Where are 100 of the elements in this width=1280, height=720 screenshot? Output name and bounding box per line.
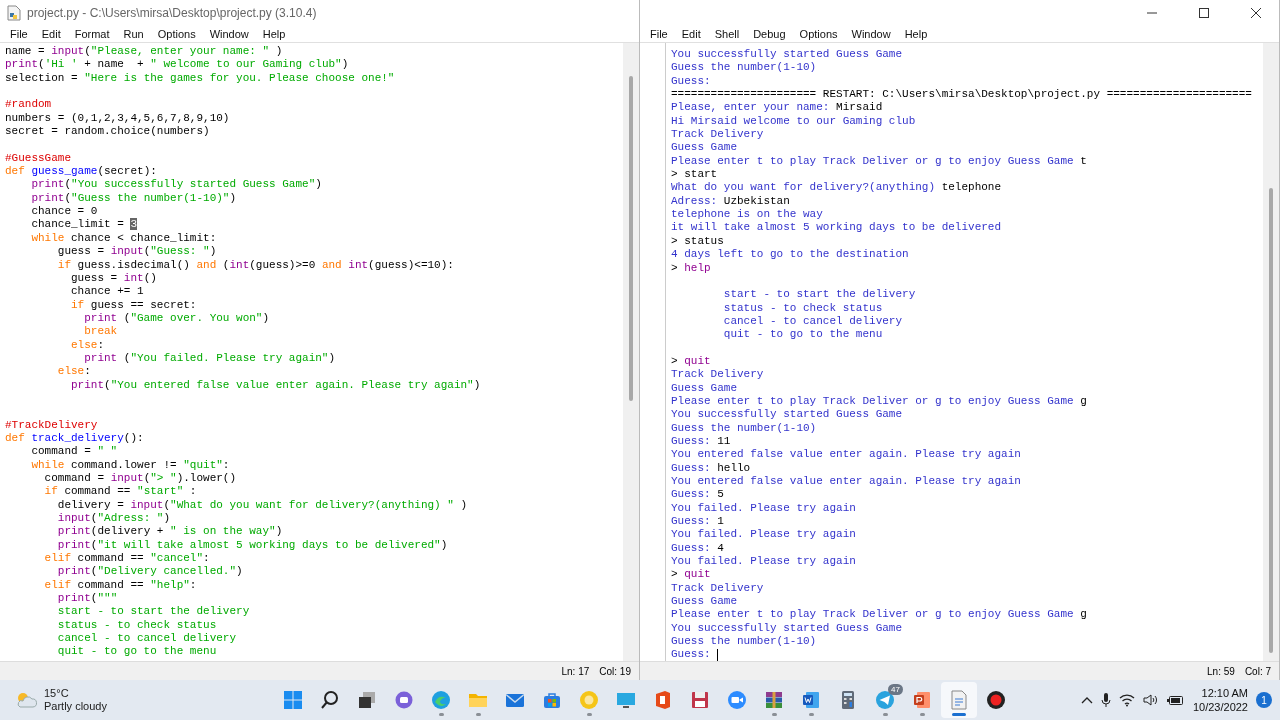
menu-item[interactable]: File [643, 27, 675, 40]
shell-line: Guess: 5 [671, 488, 724, 502]
unread-badge: 47 [888, 684, 903, 695]
shell-line: quit - to go to the menu [722, 328, 883, 342]
menu-item[interactable]: Window [844, 27, 898, 40]
menu-item[interactable]: Edit [674, 27, 708, 40]
code-line: name = input("Please, enter your name: " ) [5, 45, 283, 59]
chevron-up-icon[interactable] [1080, 696, 1093, 704]
shell-line: Guess the number(1-10) [671, 61, 817, 75]
paper-plane-icon [875, 690, 895, 710]
menu-item[interactable]: Edit [34, 27, 68, 40]
shell-line: You successfully started Guess Game [671, 408, 903, 422]
battery-icon[interactable] [1166, 694, 1185, 706]
shell-line: You failed. Please try again [671, 501, 856, 516]
shell-line: > status [671, 234, 724, 249]
shell-line: Guess the number(1-10) [671, 635, 817, 649]
word-document-icon [801, 690, 821, 710]
menu-item[interactable]: Run [116, 27, 151, 40]
shell-line: start - to start the delivery [722, 288, 916, 302]
line-number: Ln: 17 [561, 665, 590, 677]
shell-line: Please, enter your name: Mirsaid [671, 101, 883, 115]
shell-line: You entered false value enter again. Please try again [671, 475, 1021, 489]
menu-item[interactable]: Options [792, 27, 845, 40]
shell-line: Guess Game [671, 141, 737, 155]
stacked-squares-icon [357, 690, 377, 710]
code-line: secret = random.choice(numbers) [5, 125, 210, 139]
column-number: Col: 7 [1244, 665, 1271, 677]
shell-line: Track Delivery [671, 368, 764, 382]
code-line: def track_delivery(): [5, 431, 144, 446]
code-line: def guess_game(secret): [5, 165, 157, 179]
code-line: #GuessGame [5, 151, 71, 166]
menu-item[interactable]: Window [202, 27, 256, 40]
code-line: input("Adress: ") [56, 512, 171, 526]
code-line: chance = 0 [30, 205, 98, 219]
temperature: 15°C [44, 687, 70, 700]
code-line: print ("You failed. Please try again") [83, 351, 336, 366]
shell-line: You entered false value enter again. Please try again [671, 448, 1021, 462]
scrollbar-thumb[interactable] [629, 76, 633, 401]
shell-line: You successfully started Guess Game [671, 48, 903, 62]
wifi-icon[interactable] [1118, 693, 1135, 707]
menu-item[interactable]: File [3, 27, 35, 40]
shell-line: Guess: 11 [671, 434, 731, 449]
shell-line: You failed. Please try again [671, 555, 856, 569]
code-line: status - to check status [56, 618, 217, 633]
python-file-icon [7, 4, 21, 21]
code-line: print("Guess the number(1-10)") [30, 191, 237, 206]
sun-behind-cloud-icon [14, 690, 38, 710]
menu-item[interactable]: Options [150, 27, 203, 40]
code-line: print('Hi ' + name + " welcome to our Gaming club") [5, 58, 349, 72]
weather-condition: Partly cloudy [44, 700, 107, 713]
code-line: command = input("> ").lower() [43, 472, 237, 486]
menu-item[interactable]: Help [255, 27, 293, 40]
code-line: chance += 1 [70, 285, 144, 299]
code-line: if guess == secret: [70, 298, 197, 312]
maximize-icon [1199, 7, 1209, 18]
speaker-icon[interactable] [1142, 693, 1159, 707]
code-line: chance_limit = 3 [30, 218, 138, 232]
code-line: guess = int() [70, 271, 157, 286]
code-line: break [83, 325, 118, 339]
taskbar-app[interactable]: 47 [867, 682, 903, 718]
window-title: project.py - C:\Users\mirsa\Desktop\project.py (3.10.4) [27, 5, 317, 20]
code-line: #random [5, 98, 52, 112]
office-logo-icon [653, 690, 673, 710]
code-line: if command == "start" : [43, 485, 197, 499]
code-line: print(delivery + " is on the way") [56, 525, 283, 539]
menu-item[interactable]: Help [897, 27, 935, 40]
menu-item[interactable]: Shell [707, 27, 747, 40]
shell-line: > start [671, 168, 718, 182]
shell-line: Adress: Uzbekistan [671, 194, 790, 209]
code-line: selection = "Here is the games for you. Please choose one!" [5, 71, 395, 86]
shell-line: Track Delivery [671, 128, 764, 142]
code-line: print ("Game over. You won") [83, 311, 270, 326]
record-icon [986, 690, 1006, 710]
shell-line: Guess: [671, 74, 711, 89]
microphone-icon[interactable] [1100, 692, 1111, 708]
shell-line: telephone is on the way [671, 208, 823, 222]
scrollbar-thumb[interactable] [1269, 188, 1273, 653]
menu-item[interactable]: Format [67, 27, 117, 40]
presentation-icon [912, 690, 932, 710]
shell-line: Guess: hello [671, 461, 751, 475]
code-line: elif command == "cancel": [43, 552, 210, 566]
clock-time[interactable]: 12:10 AM [1201, 686, 1248, 700]
shell-line: Please enter t to play Track Deliver or g to enjoy Guess Game g [671, 608, 1087, 622]
stacked-books-icon [764, 690, 784, 710]
code-line: command = " " [30, 445, 118, 459]
shell-line: Guess: [671, 648, 719, 661]
code-line: numbers = (0,1,2,3,4,5,6,7,8,9,10) [5, 111, 230, 126]
line-number: Ln: 59 [1207, 665, 1235, 677]
notepad-icon [949, 690, 969, 710]
video-camera-icon [727, 690, 747, 710]
shell-line: Guess the number(1-10) [671, 421, 817, 435]
notification-badge[interactable]: 1 [1256, 692, 1272, 708]
shell-line: What do you want for delivery?(anything) telephone [671, 181, 1002, 195]
shell-line: Guess Game [671, 595, 737, 609]
code-line: else: [70, 338, 105, 352]
clock-date[interactable]: 10/23/2022 [1192, 700, 1248, 714]
shell-line: Hi Mirsaid welcome to our Gaming club [671, 114, 916, 129]
code-line: elif command == "help": [43, 578, 197, 593]
shell-line: Please enter t to play Track Deliver or g to enjoy Guess Game t [671, 154, 1087, 169]
menu-item[interactable]: Debug [746, 27, 793, 40]
